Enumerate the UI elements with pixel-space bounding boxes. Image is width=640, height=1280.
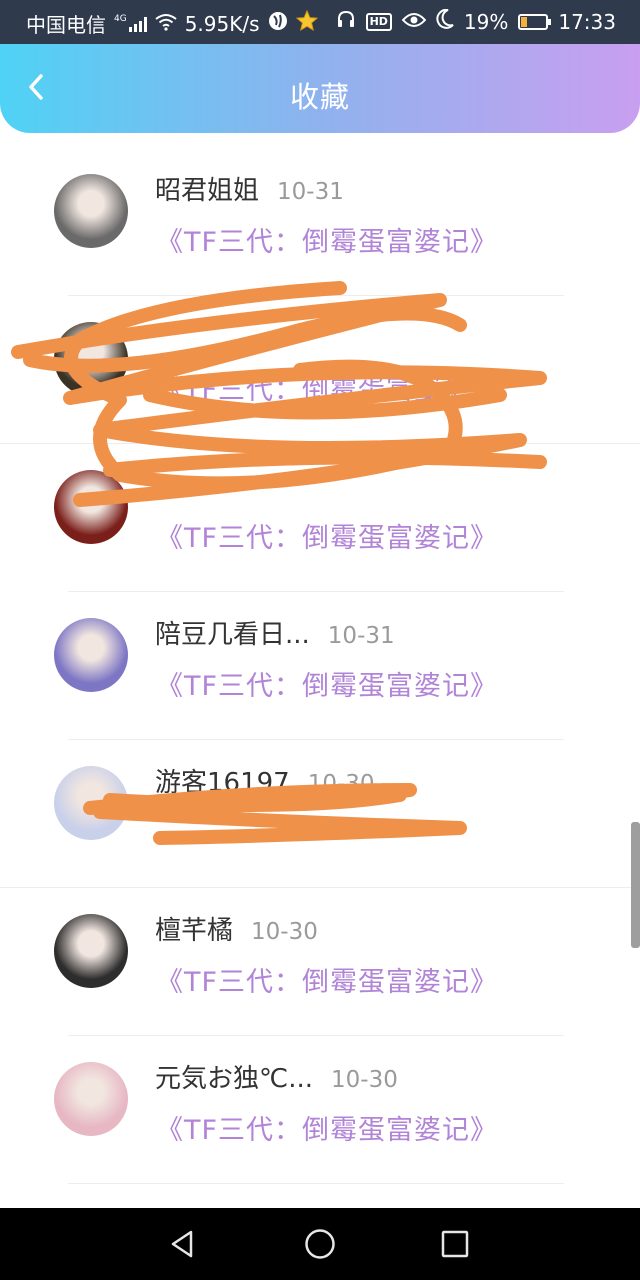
signal-icon: 4G xyxy=(114,14,147,32)
favorite-date: 10-30 xyxy=(251,919,318,945)
book-title-link[interactable]: 《TF三代：倒霉蛋富婆记》 xyxy=(156,960,498,999)
user-name xyxy=(155,318,173,348)
list-item[interactable]: 昭君姐姐 10-31 《TF三代：倒霉蛋富婆记》 xyxy=(0,148,640,296)
user-name: 陪豆几看日... 10-31 xyxy=(155,614,395,651)
list-item[interactable]: 《TF三代：倒霉蛋富婆记》 xyxy=(0,444,640,592)
avatar[interactable] xyxy=(54,914,128,988)
eye-icon xyxy=(401,10,427,34)
nav-recents-button[interactable] xyxy=(435,1224,475,1264)
user-name xyxy=(155,466,173,496)
hd-icon: HD xyxy=(365,12,392,31)
user-name-text: 元気お独℃... xyxy=(155,1064,313,1094)
avatar[interactable] xyxy=(54,766,128,840)
book-title-link[interactable]: 《TF三代：倒霉蛋富婆记》 xyxy=(156,220,498,259)
avatar[interactable] xyxy=(54,1062,128,1136)
carrier-label: 中国电信 xyxy=(26,13,106,37)
browser-icon xyxy=(268,11,288,36)
favorite-date: 10-30 xyxy=(331,1067,398,1093)
avatar[interactable] xyxy=(54,618,128,692)
avatar[interactable] xyxy=(54,174,128,248)
status-bar: 中国电信 4G 5.95K/s HD 19% 17:33 xyxy=(0,0,640,44)
system-nav-bar xyxy=(0,1208,640,1280)
user-name-text: 檀芊橘 xyxy=(155,916,234,946)
user-name: 檀芊橘 10-30 xyxy=(155,910,318,947)
user-name: 游客16197 10-30 xyxy=(155,762,375,799)
user-name: 元気お独℃... 10-30 xyxy=(155,1058,398,1095)
page-title: 收藏 xyxy=(289,80,350,114)
moon-icon xyxy=(436,8,454,34)
list-item[interactable]: 《TF三代：倒霉蛋富婆记》 xyxy=(0,296,640,444)
book-title-link[interactable]: 《TF三代：倒霉蛋富婆记》 xyxy=(156,1108,498,1147)
book-title-link[interactable]: 《TF三代：倒霉蛋富婆记》 xyxy=(156,664,498,703)
row-divider xyxy=(68,1183,564,1184)
favorite-date: 10-31 xyxy=(277,179,344,205)
favorites-list: 昭君姐姐 10-31 《TF三代：倒霉蛋富婆记》 《TF三代：倒霉蛋富婆记》 《TF三代… xyxy=(0,148,640,1184)
battery-icon xyxy=(518,13,552,30)
scrollbar-thumb[interactable] xyxy=(631,822,640,948)
list-item[interactable]: 游客16197 10-30 xyxy=(0,740,640,888)
nav-home-button[interactable] xyxy=(300,1224,340,1264)
user-name-text: 游客16197 xyxy=(155,768,290,798)
list-item[interactable]: 元気お独℃... 10-30 《TF三代：倒霉蛋富婆记》 xyxy=(0,1036,640,1184)
user-name-text: 陪豆几看日... xyxy=(155,620,310,650)
back-triangle-icon xyxy=(171,1230,193,1258)
network-speed: 5.95K/s xyxy=(184,11,260,36)
app-header: 收藏 xyxy=(0,44,640,133)
list-item[interactable]: 檀芊橘 10-30 《TF三代：倒霉蛋富婆记》 xyxy=(0,888,640,1036)
user-name-text: 昭君姐姐 xyxy=(155,176,260,206)
recents-square-icon xyxy=(441,1230,469,1258)
favorite-date: 10-30 xyxy=(307,771,375,797)
wifi-icon xyxy=(155,12,177,36)
favorite-date: 10-31 xyxy=(327,623,395,649)
avatar[interactable] xyxy=(54,322,128,396)
headphones-icon xyxy=(336,9,356,34)
book-title-link[interactable]: 《TF三代：倒霉蛋富婆记》 xyxy=(156,368,498,407)
nav-back-button[interactable] xyxy=(163,1224,203,1264)
home-circle-icon xyxy=(305,1229,335,1259)
battery-percent: 19% xyxy=(463,9,509,34)
star-icon xyxy=(295,9,318,37)
book-title-link[interactable]: 《TF三代：倒霉蛋富婆记》 xyxy=(156,516,498,555)
avatar[interactable] xyxy=(54,470,128,544)
list-item[interactable]: 陪豆几看日... 10-31 《TF三代：倒霉蛋富婆记》 xyxy=(0,592,640,740)
clock: 17:33 xyxy=(558,9,616,34)
user-name: 昭君姐姐 10-31 xyxy=(155,170,344,207)
